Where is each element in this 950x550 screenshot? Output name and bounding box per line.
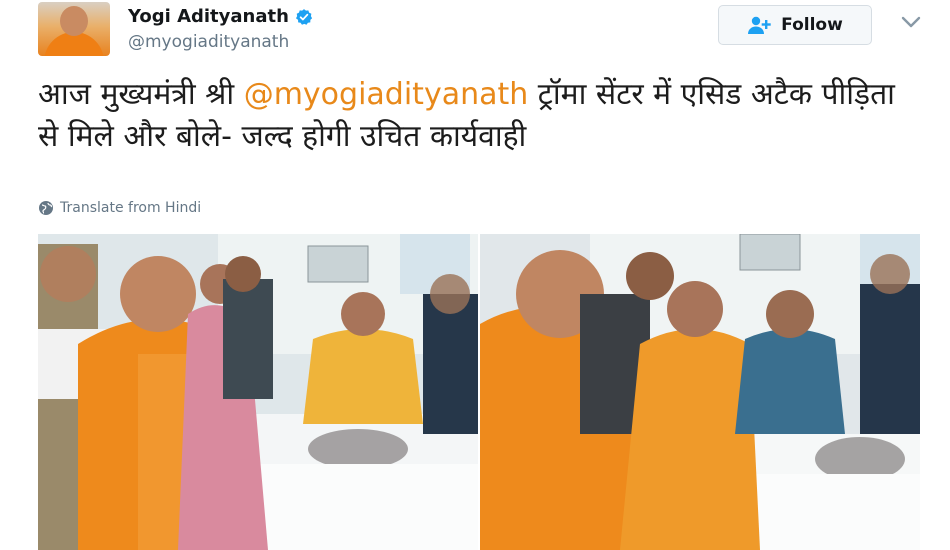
avatar-head-shape [60, 6, 88, 36]
author-name-row: Yogi Adityanath [128, 6, 313, 27]
hospital-visit-photo-left [38, 234, 478, 550]
author-handle[interactable]: @myogiadityanath [128, 32, 289, 52]
translate-link[interactable]: Translate from Hindi [38, 200, 201, 216]
tweet-header: Yogi Adityanath @myogiadityanath Follow [0, 0, 950, 62]
hospital-visit-photo-right [480, 234, 920, 550]
tweet-text: आज मुख्यमंत्री श्री @myogiadityanath ट्र… [38, 74, 918, 158]
follow-button-label: Follow [781, 15, 843, 35]
author-display-name[interactable]: Yogi Adityanath [128, 6, 289, 27]
tweet-photo-left[interactable] [38, 234, 478, 550]
tweet-mention-link[interactable]: @myogiadityanath [244, 77, 529, 112]
verified-badge-icon [295, 8, 313, 25]
follow-button[interactable]: Follow [718, 5, 872, 45]
profile-avatar[interactable] [38, 2, 110, 56]
tweet-text-before: आज मुख्यमंत्री श्री [38, 77, 244, 112]
globe-icon [39, 201, 53, 215]
tweet-photo-right[interactable] [480, 234, 920, 550]
translate-label: Translate from Hindi [60, 200, 202, 216]
add-user-icon [748, 16, 771, 34]
chevron-down-icon[interactable] [900, 14, 922, 30]
